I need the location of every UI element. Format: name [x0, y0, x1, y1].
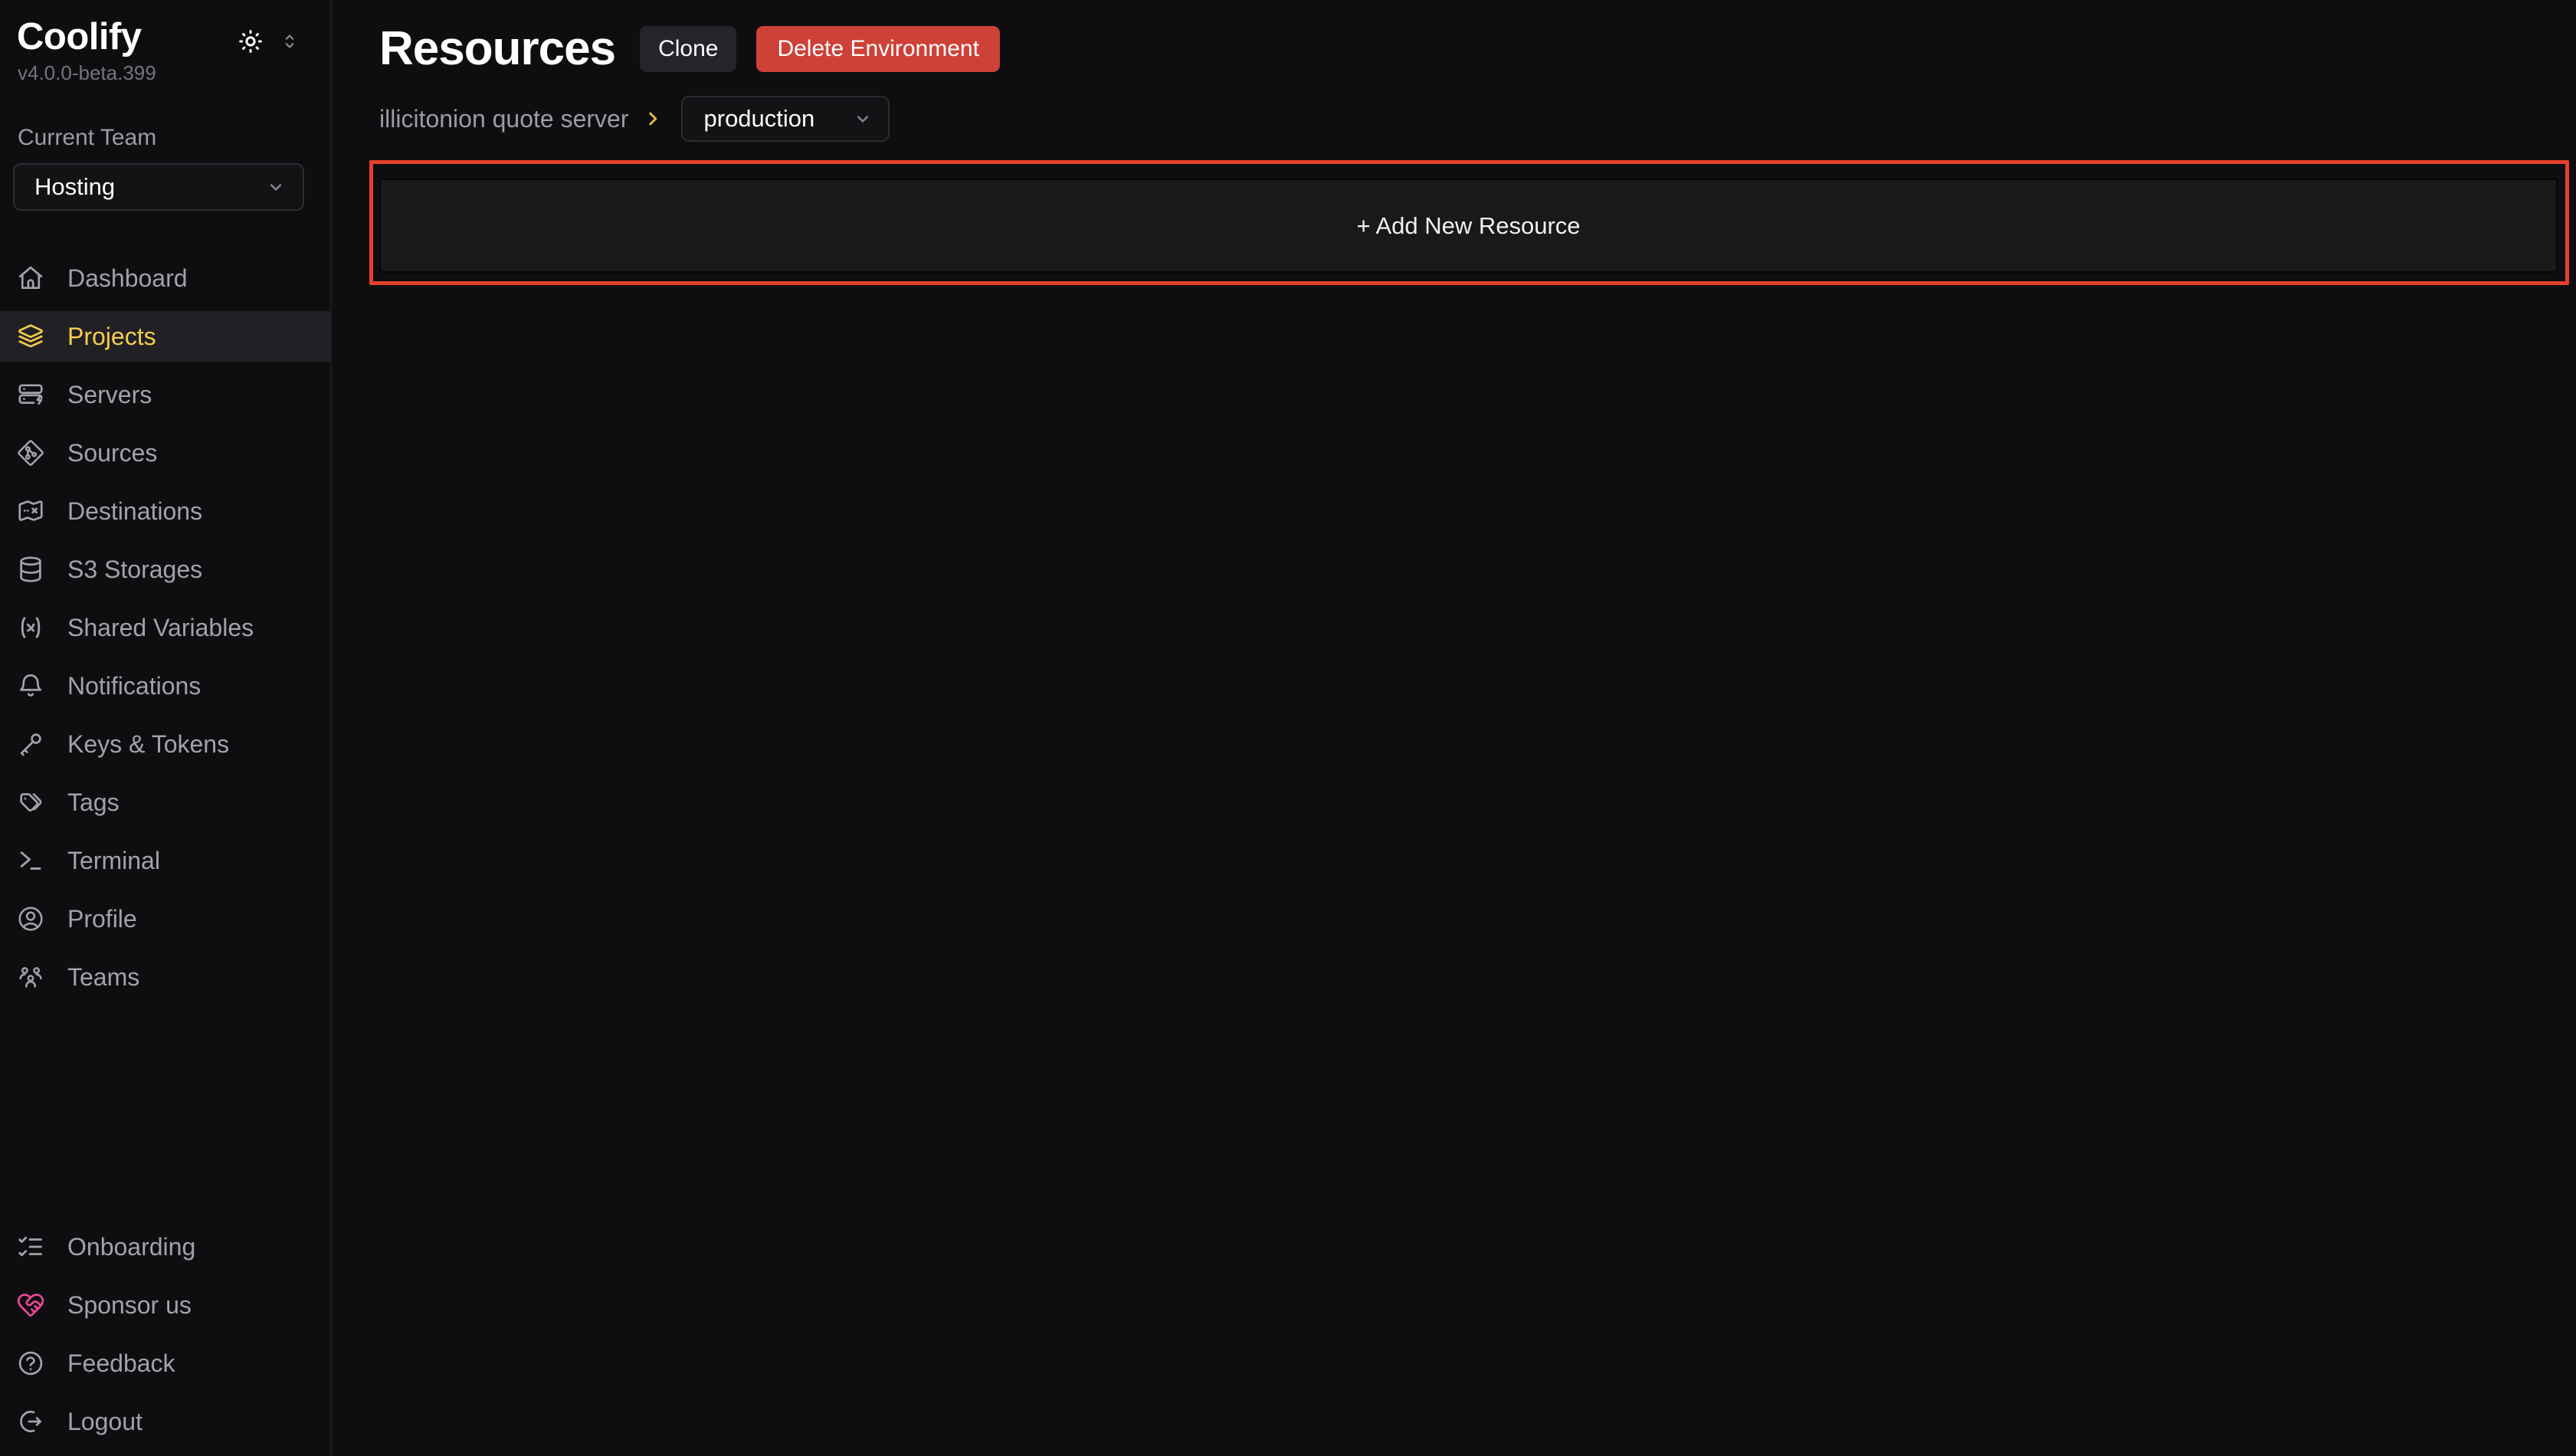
- page-title: Resources: [379, 21, 615, 76]
- sidebar-item-feedback[interactable]: Feedback: [0, 1338, 330, 1389]
- home-icon: [16, 264, 45, 293]
- database-icon: [16, 555, 45, 584]
- list-checks-icon: [16, 1232, 45, 1261]
- bell-icon: [16, 671, 45, 700]
- sidebar-item-notifications[interactable]: Notifications: [0, 661, 330, 711]
- sidebar-item-servers[interactable]: Servers: [0, 369, 330, 420]
- breadcrumb: illicitonion quote server production: [379, 96, 2558, 142]
- sidebar-bottom-nav: Onboarding Sponsor us Feedback Logout: [0, 1222, 330, 1454]
- current-team-label: Current Team: [18, 125, 330, 151]
- help-circle-icon: [16, 1349, 45, 1378]
- environment-select-value: production: [704, 105, 815, 133]
- app-version: v4.0.0-beta.399: [18, 61, 330, 85]
- terminal-icon: [16, 846, 45, 875]
- app-logo[interactable]: Coolify: [17, 15, 142, 58]
- users-group-icon: [16, 962, 45, 992]
- sidebar-item-logout[interactable]: Logout: [0, 1396, 330, 1447]
- map-x-icon: [16, 497, 45, 526]
- sidebar-item-sponsor-us[interactable]: Sponsor us: [0, 1280, 330, 1330]
- team-select-value: Hosting: [34, 173, 115, 201]
- breadcrumb-chevron-right-icon: [641, 107, 664, 130]
- user-circle-icon: [16, 904, 45, 933]
- sidebar-item-dashboard[interactable]: Dashboard: [0, 253, 330, 303]
- sidebar-item-sources[interactable]: Sources: [0, 428, 330, 478]
- heart-handshake-icon: [16, 1290, 45, 1320]
- key-icon: [16, 730, 45, 759]
- sidebar-item-teams[interactable]: Teams: [0, 952, 330, 1002]
- sidebar-item-shared-variables[interactable]: Shared Variables: [0, 602, 330, 653]
- theme-toggle-sun-icon[interactable]: [237, 28, 264, 55]
- sidebar-item-s3-storages[interactable]: S3 Storages: [0, 544, 330, 595]
- tags-icon: [16, 788, 45, 817]
- server-bolt-icon: [16, 380, 45, 409]
- sidebar-item-tags[interactable]: Tags: [0, 777, 330, 828]
- add-new-resource-button[interactable]: + Add New Resource: [379, 179, 2558, 273]
- clone-button[interactable]: Clone: [640, 26, 736, 72]
- sidebar-item-terminal[interactable]: Terminal: [0, 835, 330, 886]
- chevron-down-icon: [851, 107, 874, 130]
- sidebar-item-profile[interactable]: Profile: [0, 894, 330, 944]
- sidebar-item-onboarding[interactable]: Onboarding: [0, 1222, 330, 1272]
- version-switcher-chevrons-icon[interactable]: [278, 30, 301, 53]
- sidebar-nav: Dashboard Projects Servers Sources Desti…: [0, 253, 330, 1010]
- variables-icon: [16, 613, 45, 642]
- layers-icon: [16, 322, 45, 351]
- sidebar-item-keys-tokens[interactable]: Keys & Tokens: [0, 719, 330, 769]
- chevron-down-icon: [264, 175, 287, 198]
- breadcrumb-project-link[interactable]: illicitonion quote server: [379, 105, 629, 133]
- logout-icon: [16, 1407, 45, 1436]
- sidebar-item-destinations[interactable]: Destinations: [0, 486, 330, 536]
- main-content: Resources Clone Delete Environment illic…: [332, 0, 2576, 1456]
- sidebar-item-projects[interactable]: Projects: [0, 311, 330, 362]
- delete-environment-button[interactable]: Delete Environment: [756, 26, 999, 72]
- sidebar: Coolify v4.0.0-beta.399 Current Team Hos…: [0, 0, 332, 1456]
- git-diamond-icon: [16, 438, 45, 467]
- team-select[interactable]: Hosting: [13, 163, 304, 211]
- environment-select[interactable]: production: [681, 96, 890, 142]
